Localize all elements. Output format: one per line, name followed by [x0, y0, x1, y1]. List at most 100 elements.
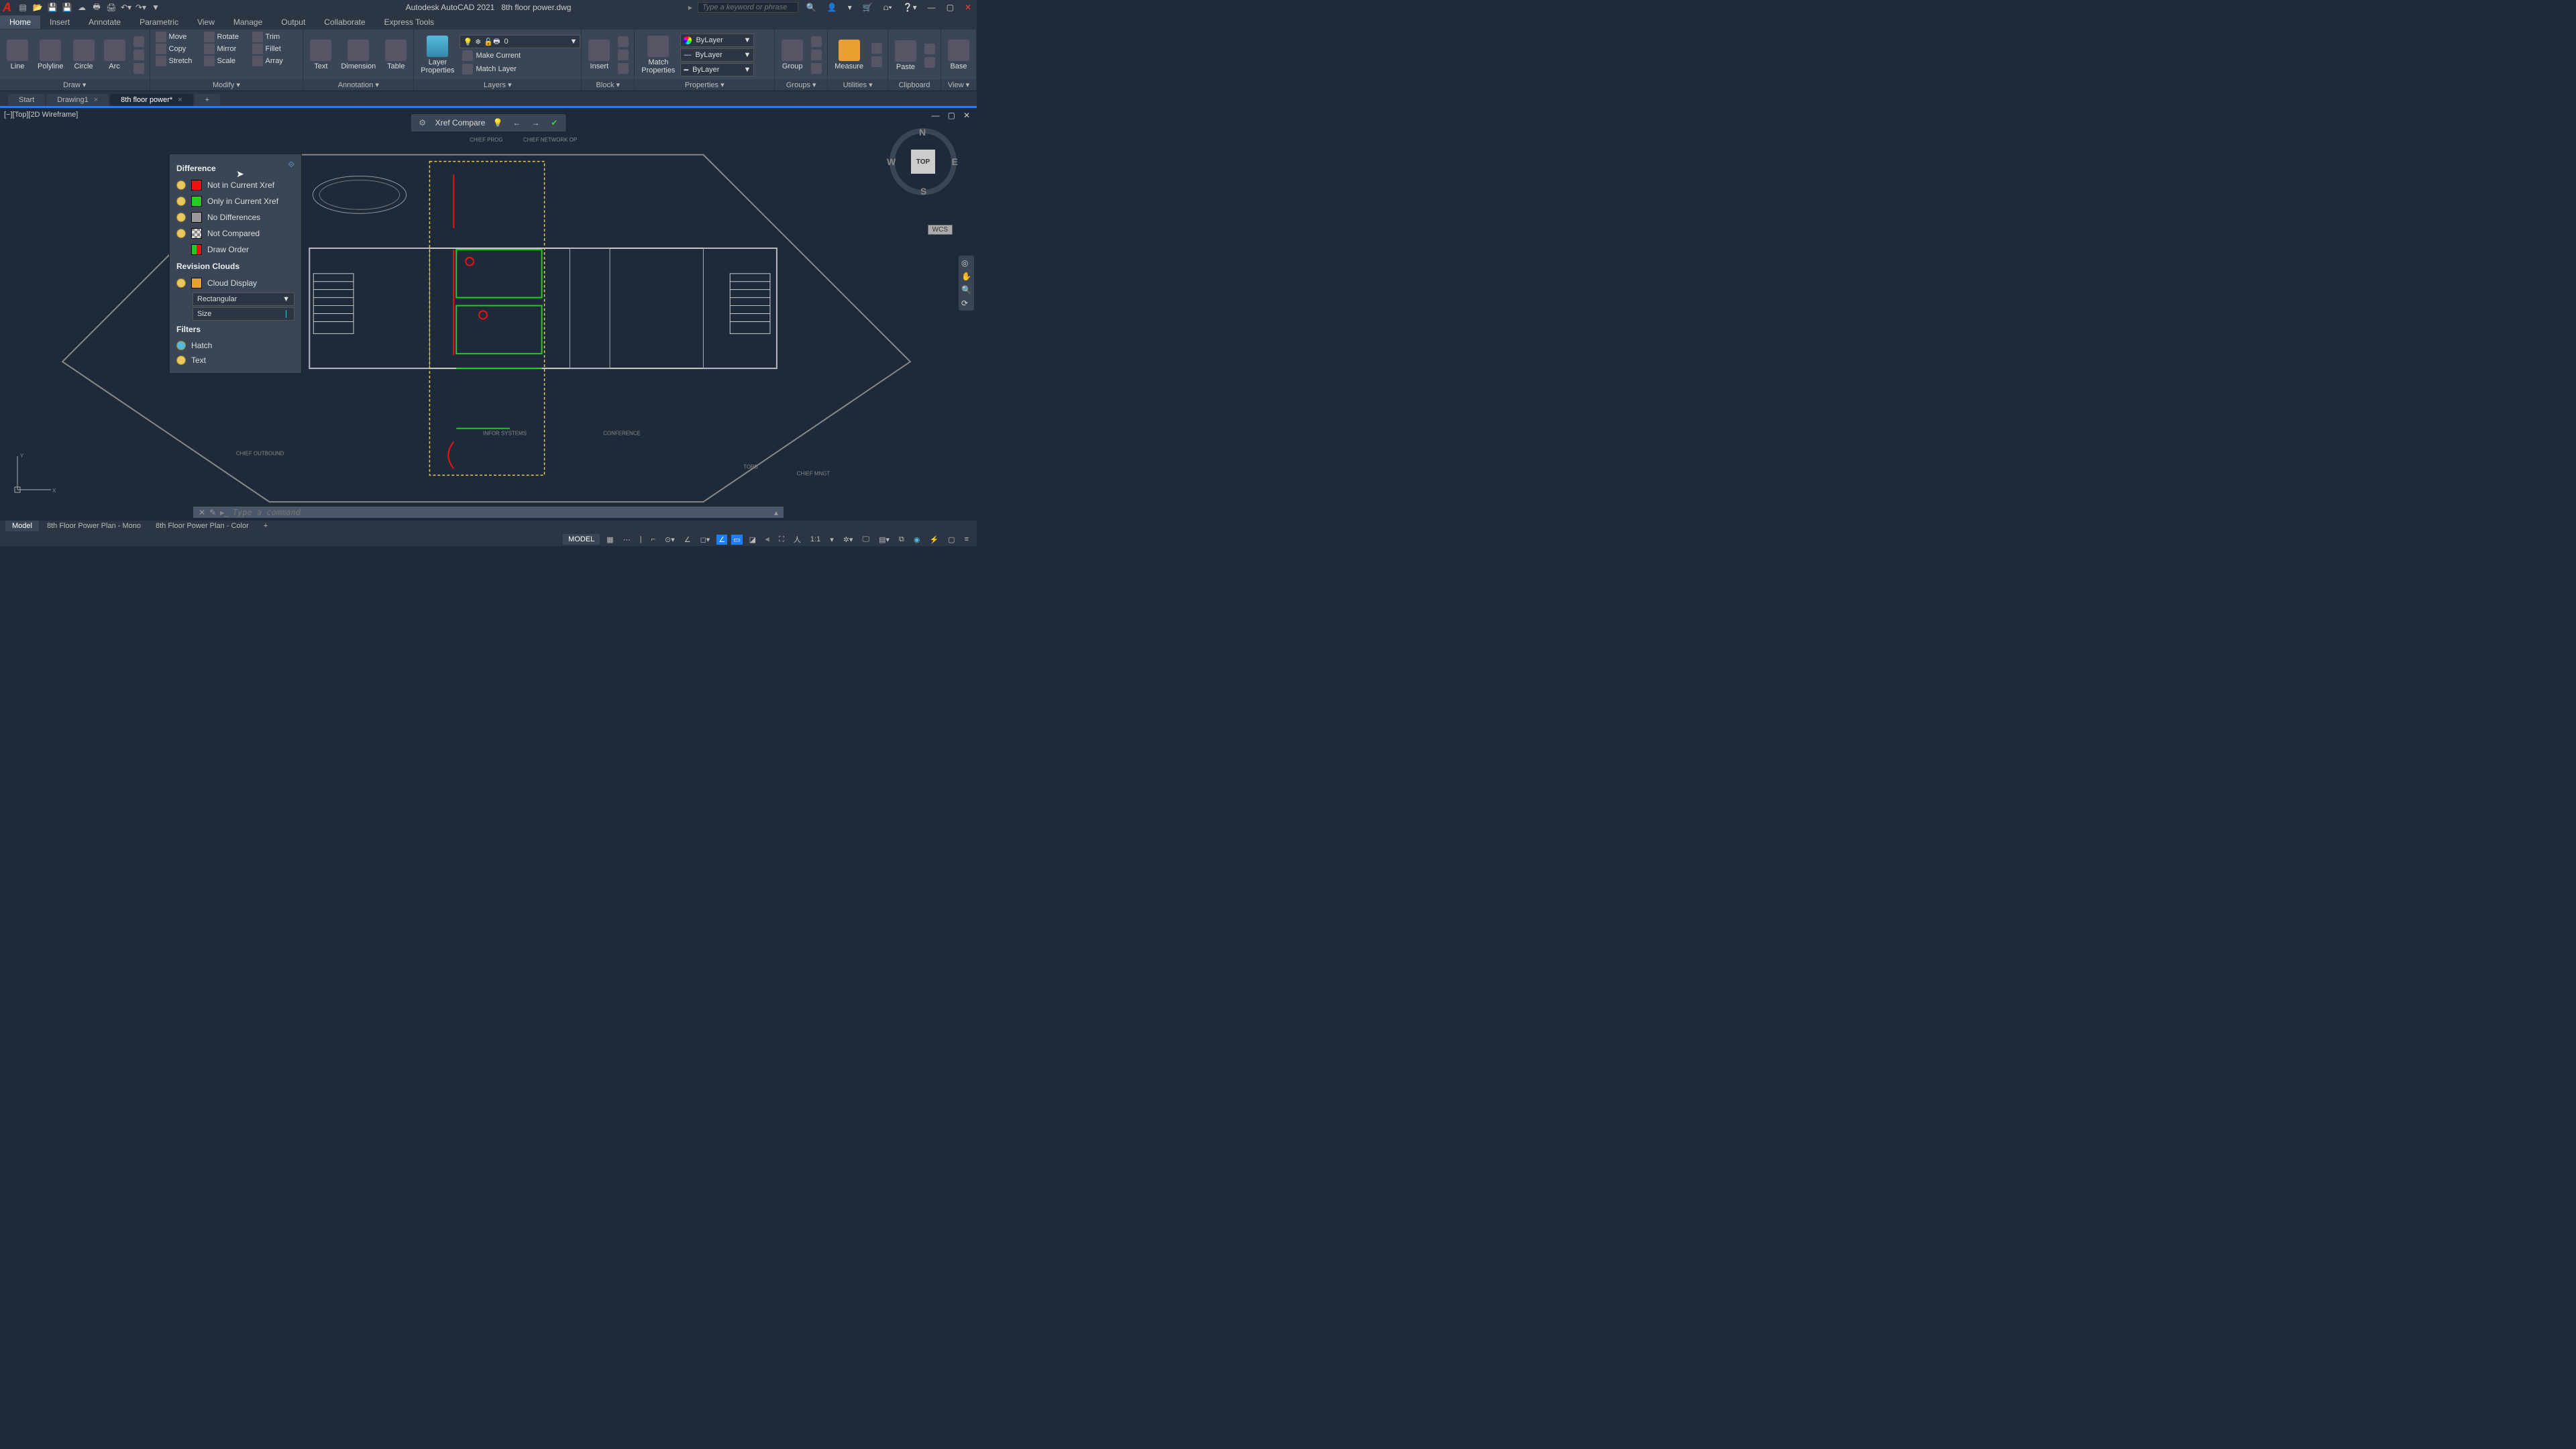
panel-title-draw[interactable]: Draw ▾	[0, 79, 150, 91]
cleanscreen-icon[interactable]: ▢	[945, 535, 957, 544]
app-logo[interactable]: A	[3, 1, 11, 15]
stretch-button[interactable]: Stretch	[153, 55, 200, 67]
minimize-icon[interactable]: —	[925, 3, 938, 12]
color-combo[interactable]: ByLayer▼	[680, 34, 754, 47]
bulb-icon[interactable]: 💡	[492, 117, 504, 129]
account-icon[interactable]: 👤	[824, 3, 840, 12]
monitor-icon[interactable]: 🖵	[859, 535, 872, 544]
status-model[interactable]: MODEL	[563, 534, 600, 545]
layout-tab[interactable]: Model	[5, 521, 39, 531]
bulb-icon[interactable]	[176, 180, 186, 190]
circle-button[interactable]: Circle	[69, 38, 99, 72]
app-menu-dropdown[interactable]: ▾	[845, 3, 855, 12]
cloud-display-item[interactable]: Cloud Display	[176, 275, 294, 291]
annoscale-icon[interactable]: ⛶	[776, 535, 787, 544]
save-icon[interactable]: 💾	[46, 1, 58, 13]
print-icon[interactable]: 🖨	[105, 1, 117, 13]
tab-express-tools[interactable]: Express Tools	[375, 15, 443, 29]
isolate-icon[interactable]: ◉	[911, 535, 923, 544]
ortho-icon[interactable]: ⌐	[649, 535, 658, 543]
search-arrow-icon[interactable]: ▸	[688, 3, 692, 12]
viewport-close-icon[interactable]: ✕	[961, 111, 973, 120]
bulb-icon[interactable]	[176, 213, 186, 222]
osnap-icon[interactable]: ◻▾	[698, 535, 713, 544]
filter-hatch[interactable]: Hatch	[176, 338, 294, 353]
copy-button[interactable]: Copy	[153, 43, 200, 55]
filter-text[interactable]: Text	[176, 353, 294, 368]
redo-icon[interactable]: ↷▾	[135, 1, 147, 13]
tab-output[interactable]: Output	[272, 15, 315, 29]
tab-parametric[interactable]: Parametric	[130, 15, 188, 29]
help-icon[interactable]: ❔▾	[900, 3, 920, 12]
fillet-button[interactable]: Fillet	[250, 43, 297, 55]
edit-attrib-button[interactable]	[615, 62, 631, 74]
layout-tab[interactable]: 8th Floor Power Plan - Mono	[40, 521, 148, 531]
rotate-button[interactable]: Rotate	[201, 31, 248, 43]
tab-home[interactable]: Home	[0, 15, 40, 29]
pan-icon[interactable]: ✋	[961, 272, 971, 281]
panel-title-utilities[interactable]: Utilities ▾	[828, 79, 888, 91]
panel-title-properties[interactable]: Properties ▾	[635, 79, 774, 91]
tab-manage[interactable]: Manage	[224, 15, 272, 29]
move-button[interactable]: Move	[153, 31, 200, 43]
tab-view[interactable]: View	[188, 15, 224, 29]
trim-button[interactable]: Trim	[250, 31, 297, 43]
tab-annotate[interactable]: Annotate	[79, 15, 130, 29]
viewport-maximize-icon[interactable]: ▢	[945, 111, 958, 120]
layout-tab[interactable]: 8th Floor Power Plan - Color	[149, 521, 256, 531]
cmdline-expand-icon[interactable]: ▴	[774, 508, 778, 517]
cloud-size-input[interactable]: Size	[193, 307, 294, 321]
command-line[interactable]: ✕ ✎ ▸_ ▴	[193, 506, 784, 518]
line-button[interactable]: Line	[3, 38, 32, 72]
panel-title-modify[interactable]: Modify ▾	[150, 79, 303, 91]
text-button[interactable]: Text	[306, 38, 335, 72]
linetype-combo[interactable]: ━ByLayer▼	[680, 63, 754, 76]
annovisibility-icon[interactable]: 人	[791, 534, 804, 545]
panel-title-layers[interactable]: Layers ▾	[414, 79, 581, 91]
match-properties-button[interactable]: Match Properties	[637, 34, 679, 76]
create-block-button[interactable]	[615, 36, 631, 48]
drawing-canvas[interactable]: [−][Top][2D Wireframe] — ▢ ✕	[0, 106, 977, 521]
panel-title-annotation[interactable]: Annotation ▾	[303, 79, 413, 91]
bulb-icon[interactable]	[176, 197, 186, 206]
transparency-icon[interactable]: ◪	[747, 535, 759, 544]
dimension-button[interactable]: Dimension	[337, 38, 380, 72]
check-icon[interactable]: ✔	[548, 117, 560, 129]
zoom-icon[interactable]: 🔍	[961, 285, 971, 294]
group-button[interactable]: Group	[777, 38, 807, 72]
lineweight-combo[interactable]: —ByLayer▼	[680, 48, 754, 62]
customize-icon[interactable]: ≡	[962, 535, 971, 543]
search-icon[interactable]: 🔍	[804, 3, 819, 12]
qat-dropdown-icon[interactable]: ▼	[150, 1, 162, 13]
next-icon[interactable]: →	[529, 117, 541, 129]
arc-button[interactable]: Arc	[100, 38, 129, 72]
snap-icon[interactable]: ⋯	[621, 535, 633, 544]
bulb-icon[interactable]	[176, 341, 186, 350]
base-view-button[interactable]: Base	[944, 38, 973, 72]
array-button[interactable]: Array	[250, 55, 297, 67]
isodraft-icon[interactable]: ∠	[682, 535, 694, 544]
mirror-button[interactable]: Mirror	[201, 43, 248, 55]
viewcube[interactable]: TOP N S E W	[890, 128, 957, 195]
panel-title-block[interactable]: Block ▾	[582, 79, 634, 91]
close-icon[interactable]: ✕	[962, 3, 974, 12]
paste-button[interactable]: Paste	[891, 39, 920, 72]
make-current-button[interactable]: Make Current	[460, 50, 580, 62]
bulb-icon[interactable]	[176, 229, 186, 238]
doc-tab[interactable]: Start	[8, 94, 45, 106]
edit-block-button[interactable]	[615, 49, 631, 61]
bulb-icon[interactable]	[176, 278, 186, 288]
prev-icon[interactable]: ←	[511, 117, 523, 129]
layer-properties-button[interactable]: Layer Properties	[417, 34, 458, 76]
polar-icon[interactable]: ⊙▾	[662, 535, 678, 544]
diff-item[interactable]: Not in Current Xref	[176, 177, 294, 193]
saveas-icon[interactable]: 💾	[61, 1, 73, 13]
gear-icon[interactable]: ⚙	[417, 117, 429, 129]
measure-button[interactable]: Measure	[830, 38, 867, 72]
panel-title-groups[interactable]: Groups ▾	[775, 79, 827, 91]
undo-icon[interactable]: ↶▾	[120, 1, 132, 13]
insert-block-button[interactable]: Insert	[584, 38, 614, 72]
close-tab-icon[interactable]: ×	[178, 96, 182, 104]
scale-button[interactable]: Scale	[201, 55, 248, 67]
hardware-icon[interactable]: ⚡	[926, 535, 941, 544]
